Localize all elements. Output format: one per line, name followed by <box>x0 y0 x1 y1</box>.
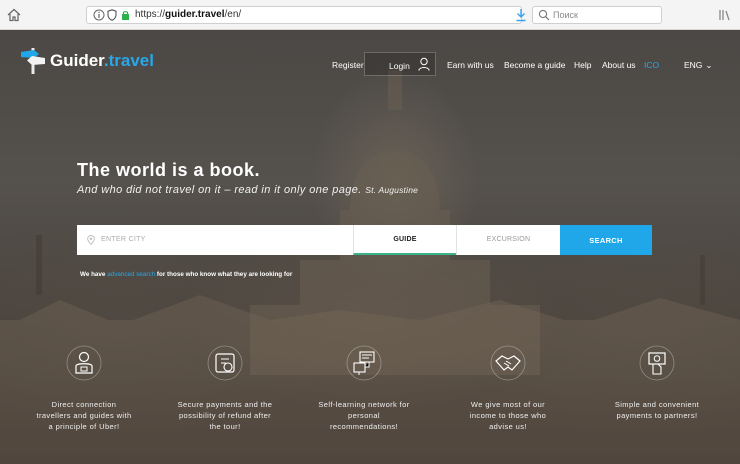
login-button[interactable]: Login <box>364 52 436 76</box>
download-icon[interactable] <box>515 8 527 22</box>
adv-suffix: for those who know what they are looking… <box>156 271 293 278</box>
hero-quote: And who did not travel on it – read in i… <box>77 184 418 196</box>
nav-earn-with-us[interactable]: Earn with us <box>447 60 494 70</box>
feature-line: the tour! <box>209 422 241 431</box>
tab-guide[interactable]: GUIDE <box>353 225 456 255</box>
feature-line: Direct connection <box>51 400 117 409</box>
url-text: https://guider.travel/en/ <box>135 9 242 20</box>
lock-icon <box>122 11 129 20</box>
feature-direct-connection: Direct connection travellers and guides … <box>18 345 150 432</box>
network-learning-icon <box>346 345 382 381</box>
feature-line: personal <box>348 411 380 420</box>
feature-secure-payments: Secure payments and the possibility of r… <box>159 345 291 432</box>
feature-line: We give most of our <box>470 400 546 409</box>
browser-search-box[interactable]: Поиск <box>532 6 662 24</box>
hero-section: Guider.travel Register Login Earn with u… <box>0 30 740 464</box>
logo-text: Guider.travel <box>50 51 154 70</box>
feature-text: Direct connection travellers and guides … <box>18 399 150 432</box>
feature-line: income to those who <box>469 411 547 420</box>
search-icon <box>538 9 550 21</box>
browser-toolbar: https://guider.travel/en/ ••• Поиск <box>0 0 740 30</box>
city-placeholder: ENTER CITY <box>101 236 146 243</box>
feature-line: a principle of Uber! <box>48 422 120 431</box>
feature-line: recommendations! <box>329 422 399 431</box>
user-icon <box>418 57 430 71</box>
location-pin-icon <box>87 235 95 245</box>
tracking-shield-icon[interactable] <box>107 9 117 21</box>
search-placeholder: Поиск <box>553 10 578 20</box>
feature-line: Simple and convenient <box>614 400 700 409</box>
city-input[interactable]: ENTER CITY <box>77 225 353 255</box>
tab-excursion-label: EXCURSION <box>486 236 531 243</box>
adv-prefix: We have <box>80 271 106 278</box>
nav-help[interactable]: Help <box>574 60 591 70</box>
feature-income-share: We give most of our income to those who … <box>442 345 574 432</box>
tab-guide-label: GUIDE <box>393 236 417 243</box>
nav-ico[interactable]: ICO <box>644 60 659 70</box>
feature-line: travellers and guides with <box>36 411 132 420</box>
feature-text: Self-learning network for personal recom… <box>298 399 430 432</box>
advanced-search-link[interactable]: advanced search <box>107 271 155 278</box>
feature-line: Self-learning network for <box>318 400 410 409</box>
feature-text: We give most of our income to those who … <box>442 399 574 432</box>
nav-about-us[interactable]: About us <box>602 60 636 70</box>
nav-become-guide[interactable]: Become a guide <box>504 60 565 70</box>
feature-partner-payments: Simple and convenient payments to partne… <box>591 345 723 421</box>
hero-title: The world is a book. <box>77 160 261 180</box>
handshake-icon <box>490 345 526 381</box>
language-label: ENG <box>684 60 703 70</box>
info-icon[interactable] <box>93 9 105 21</box>
search-form: ENTER CITY GUIDE EXCURSION SEARCH <box>77 225 652 255</box>
search-button[interactable]: SEARCH <box>560 225 652 255</box>
signpost-logo-icon <box>21 48 45 74</box>
search-button-label: SEARCH <box>589 236 623 245</box>
advanced-search-hint: We have advanced search for those who kn… <box>80 271 292 278</box>
secure-payment-icon <box>207 345 243 381</box>
address-bar[interactable]: https://guider.travel/en/ ••• <box>86 6 598 24</box>
feature-line: payments to partners! <box>616 411 698 420</box>
library-icon[interactable] <box>718 8 732 22</box>
chevron-down-icon: ⌄ <box>705 60 713 70</box>
feature-line: Secure payments and the <box>177 400 273 409</box>
login-label: Login <box>389 61 410 71</box>
quote-text: And who did not travel on it – read in i… <box>77 184 362 196</box>
feature-self-learning: Self-learning network for personal recom… <box>298 345 430 432</box>
feature-text: Simple and convenient payments to partne… <box>591 399 723 421</box>
tab-excursion[interactable]: EXCURSION <box>456 225 560 255</box>
home-icon[interactable] <box>6 7 22 23</box>
feature-line: possibility of refund after <box>178 411 272 420</box>
partner-payment-icon <box>639 345 675 381</box>
nav-register[interactable]: Register <box>332 60 364 70</box>
guide-person-icon <box>66 345 102 381</box>
language-selector[interactable]: ENG ⌄ <box>684 60 713 71</box>
quote-author: St. Augustine <box>365 185 419 195</box>
feature-line: advise us! <box>489 422 527 431</box>
feature-text: Secure payments and the possibility of r… <box>159 399 291 432</box>
